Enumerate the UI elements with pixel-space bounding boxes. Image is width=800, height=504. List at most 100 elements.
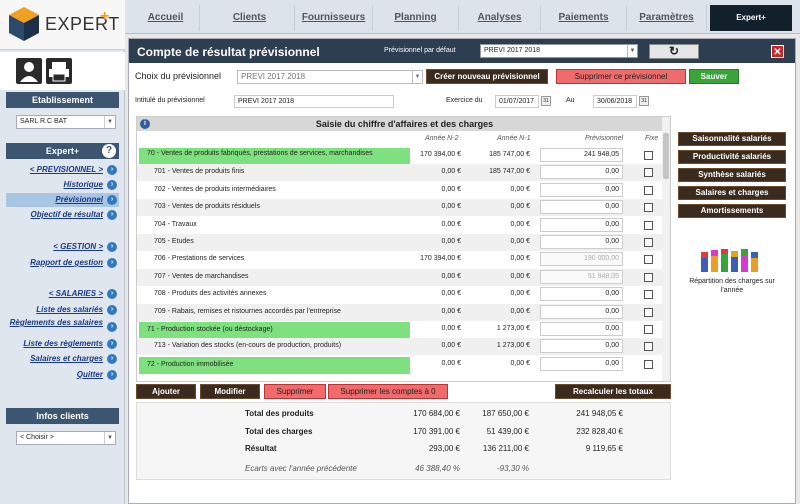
previsionnel-input[interactable]: 0,00	[540, 356, 623, 371]
etablissement-select[interactable]: SARL R.C BAT ▼	[16, 115, 116, 129]
previsionnel-input[interactable]: 0,00	[540, 339, 623, 354]
sidebar-item-historique[interactable]: Historique ›	[6, 178, 119, 192]
fixe-checkbox[interactable]	[644, 238, 653, 247]
sidebar-item-liste-reglements[interactable]: Liste des règlements ›	[6, 337, 119, 351]
close-button[interactable]: ✕	[771, 45, 784, 58]
previsionnel-input[interactable]: 0,00	[540, 217, 623, 232]
table-row[interactable]: 701 - Ventes de produits finis 0,00 € 185 …	[137, 164, 670, 182]
delete-zero-accounts-button[interactable]: Supprimer les comptes à 0	[328, 384, 448, 399]
delete-button[interactable]: Supprimer	[264, 384, 326, 399]
amortissements-button[interactable]: Amortissements	[678, 204, 786, 218]
choix-select[interactable]: PREVI 2017 2018 ▼	[237, 70, 423, 84]
tab-clients[interactable]: Clients	[205, 5, 295, 31]
synthese-salaries-button[interactable]: Synthèse salariés	[678, 168, 786, 182]
table-row[interactable]: 705 - Etudes 0,00 € 0,00 € 0,00	[137, 234, 670, 251]
tab-planning[interactable]: Planning	[373, 5, 459, 31]
table-row[interactable]: 72 - Production immobilisée 0,00 € 0,00 € 0…	[137, 356, 670, 374]
bar-chart-icon[interactable]	[697, 246, 761, 274]
previsionnel-input[interactable]: 0,00	[540, 235, 623, 249]
sidebar-item-previsionnel-section[interactable]: < PREVISIONNEL > ›	[6, 163, 119, 177]
left-sidebar: EXPERT + Etablissement SARL R.C BAT ▼ Ex…	[0, 0, 125, 504]
productivite-salaries-button[interactable]: Productivité salariés	[678, 150, 786, 164]
table-row[interactable]: 709 - Rabais, remises et ristournes acco…	[137, 303, 670, 321]
table-row[interactable]: 713 - Variation des stocks (en-cours de …	[137, 338, 670, 356]
edit-button[interactable]: Modifier	[200, 384, 260, 399]
table-row[interactable]: 702 - Ventes de produits intermédiaires 0…	[137, 182, 670, 199]
add-button[interactable]: Ajouter	[136, 384, 196, 399]
table-row[interactable]: 708 - Produits des activités annexes 0,00…	[137, 286, 670, 303]
etablissement-header: Etablissement	[6, 92, 119, 108]
fixe-checkbox[interactable]	[644, 325, 653, 334]
previsionnel-input[interactable]: 0,00	[540, 182, 623, 197]
previsionnel-input[interactable]: 0,00	[540, 304, 623, 319]
tab-accueil[interactable]: Accueil	[132, 5, 200, 31]
tab-analyses[interactable]: Analyses	[459, 5, 541, 31]
tab-expert-plus[interactable]: Expert+	[710, 5, 792, 31]
refresh-button[interactable]: ↻	[649, 44, 699, 59]
value-n1: 0,00 €	[510, 203, 530, 211]
account-label: 713 - Variation des stocks (en-cours de …	[154, 342, 342, 350]
fixe-checkbox[interactable]	[644, 220, 653, 230]
previsionnel-input[interactable]: 241 948,05	[540, 148, 623, 162]
client-select[interactable]: < Choisir > ▼	[16, 431, 116, 445]
table-row[interactable]: 70 - Ventes de produits fabriqués, prest…	[137, 147, 670, 165]
save-button[interactable]: Sauver	[689, 69, 739, 84]
recalculate-button[interactable]: Recalculer les totaux	[555, 384, 671, 399]
default-previsionnel-value: PREVI 2017 2018	[484, 47, 541, 54]
calendar-icon[interactable]: 31	[639, 96, 649, 106]
fixe-checkbox[interactable]	[644, 185, 653, 195]
account-label: 706 - Prestations de services	[154, 255, 245, 263]
saisonnalite-salaries-button[interactable]: Saisonnalité salariés	[678, 132, 786, 146]
help-icon[interactable]: ?	[102, 144, 116, 158]
table-row[interactable]: 704 - Travaux 0,00 € 0,00 € 0,00	[137, 217, 670, 234]
sidebar-item-previsionnel[interactable]: Prévisionnel ›	[6, 193, 119, 207]
fixe-checkbox[interactable]	[644, 290, 653, 300]
value-n2: 0,00 €	[441, 359, 461, 367]
fixe-checkbox[interactable]	[644, 203, 653, 213]
exercice-to-input[interactable]: 30/06/2018	[593, 95, 637, 108]
tab-parametres[interactable]: Paramètres	[627, 5, 707, 31]
fixe-checkbox[interactable]	[644, 272, 653, 282]
calendar-icon[interactable]: 31	[541, 96, 551, 106]
intitule-input[interactable]: PREVI 2017 2018	[234, 95, 394, 108]
previsionnel-input[interactable]: 0,00	[540, 322, 623, 336]
info-icon[interactable]: i	[140, 119, 150, 129]
sidebar-item-reglements-salaires[interactable]: Règlements des salaires ›	[6, 317, 119, 337]
sidebar-item-liste-salaries[interactable]: Liste des salariés ›	[6, 303, 119, 317]
fixe-checkbox[interactable]	[644, 255, 653, 265]
fixe-checkbox[interactable]	[644, 307, 653, 317]
fixe-checkbox[interactable]	[644, 359, 653, 369]
previsionnel-input[interactable]: 0,00	[540, 200, 623, 215]
page-title: Compte de résultat prévisionnel	[137, 45, 320, 59]
default-previsionnel-select[interactable]: PREVI 2017 2018 ▼	[480, 44, 638, 58]
tab-fournisseurs[interactable]: Fournisseurs	[295, 5, 373, 31]
sidebar-item-rapport-gestion[interactable]: Rapport de gestion ›	[6, 256, 119, 270]
table-row[interactable]: 703 - Ventes de produits résiduels 0,00 €…	[137, 199, 670, 217]
user-profile-icon[interactable]	[16, 58, 42, 84]
create-previsionnel-button[interactable]: Créer nouveau prévisionnel	[426, 69, 548, 84]
fixe-checkbox[interactable]	[644, 342, 653, 352]
fixe-checkbox[interactable]	[644, 151, 653, 160]
previsionnel-input[interactable]: 51 948,05	[540, 269, 623, 284]
table-row[interactable]: 707 - Ventes de marchandises 0,00 € 0,00 €…	[137, 268, 670, 286]
sidebar-item-gestion-section[interactable]: < GESTION > ›	[6, 240, 119, 254]
previsionnel-input[interactable]: 0,00	[540, 287, 623, 302]
printer-icon[interactable]	[46, 58, 72, 84]
salaires-charges-button[interactable]: Salaires et charges	[678, 186, 786, 200]
sidebar-item-label: Règlements des salaires	[9, 318, 103, 327]
previsionnel-input[interactable]: 0,00	[540, 165, 623, 180]
sidebar-item-salaries-section[interactable]: < SALARIES > ›	[6, 287, 119, 301]
previsionnel-input[interactable]: 190 000,00	[540, 252, 623, 267]
table-row[interactable]: 71 - Production stockée (ou déstockage) 0…	[137, 321, 670, 339]
sidebar-item-quitter[interactable]: Quitter ›	[6, 368, 119, 382]
tab-paiements[interactable]: Paiements	[541, 5, 627, 31]
scroll-thumb[interactable]	[663, 133, 669, 179]
sidebar-item-salaires-charges[interactable]: Salaires et charges ›	[6, 352, 119, 366]
table-row[interactable]: 706 - Prestations de services 170 394,00 …	[137, 251, 670, 268]
delete-previsionnel-button[interactable]: Supprimer ce prévisionnel	[556, 69, 686, 84]
sidebar-item-label: Quitter	[76, 370, 103, 379]
sidebar-item-objectif[interactable]: Objectif de résultat ›	[6, 208, 119, 222]
exercice-from-input[interactable]: 01/07/2017	[495, 95, 539, 108]
table-scrollbar[interactable]	[662, 117, 670, 381]
fixe-checkbox[interactable]	[644, 168, 653, 178]
